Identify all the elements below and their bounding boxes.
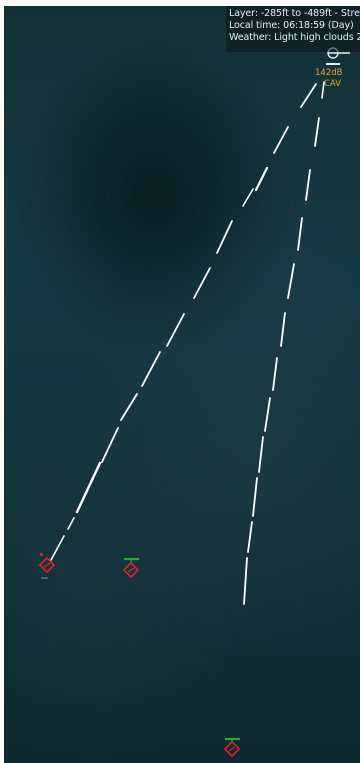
hostile-diamond-icon: [122, 561, 140, 579]
tactical-map-view[interactable]: 142dB CAV Layer: -285ft to -489ft - Stre…: [4, 6, 360, 763]
contact-south[interactable]: [223, 737, 241, 758]
weather-info: Weather: Light high clouds 20: [229, 32, 360, 43]
local-time-info: Local time: 06:18:59 (Day): [229, 20, 354, 31]
torpedo-wake-layer: [38, 47, 350, 758]
layer-info: Layer: -285ft to -489ft - Streng: [229, 8, 360, 19]
own-ship-tag-label: CAV: [324, 79, 342, 89]
contact-flag-icon: [40, 553, 43, 556]
screenshot-frame: 142dB CAV Layer: -285ft to -489ft - Stre…: [0, 0, 360, 763]
contact-center[interactable]: [122, 557, 140, 579]
wake-trail-right: [243, 81, 325, 605]
own-ship-signal-label: 142dB: [315, 68, 343, 78]
hostile-diamond-icon: [38, 556, 56, 574]
hostile-diamond-icon: [223, 740, 241, 758]
wake-trail-left: [50, 83, 317, 561]
environment-info-panel: Layer: -285ft to -489ft - Streng Local t…: [226, 6, 360, 52]
